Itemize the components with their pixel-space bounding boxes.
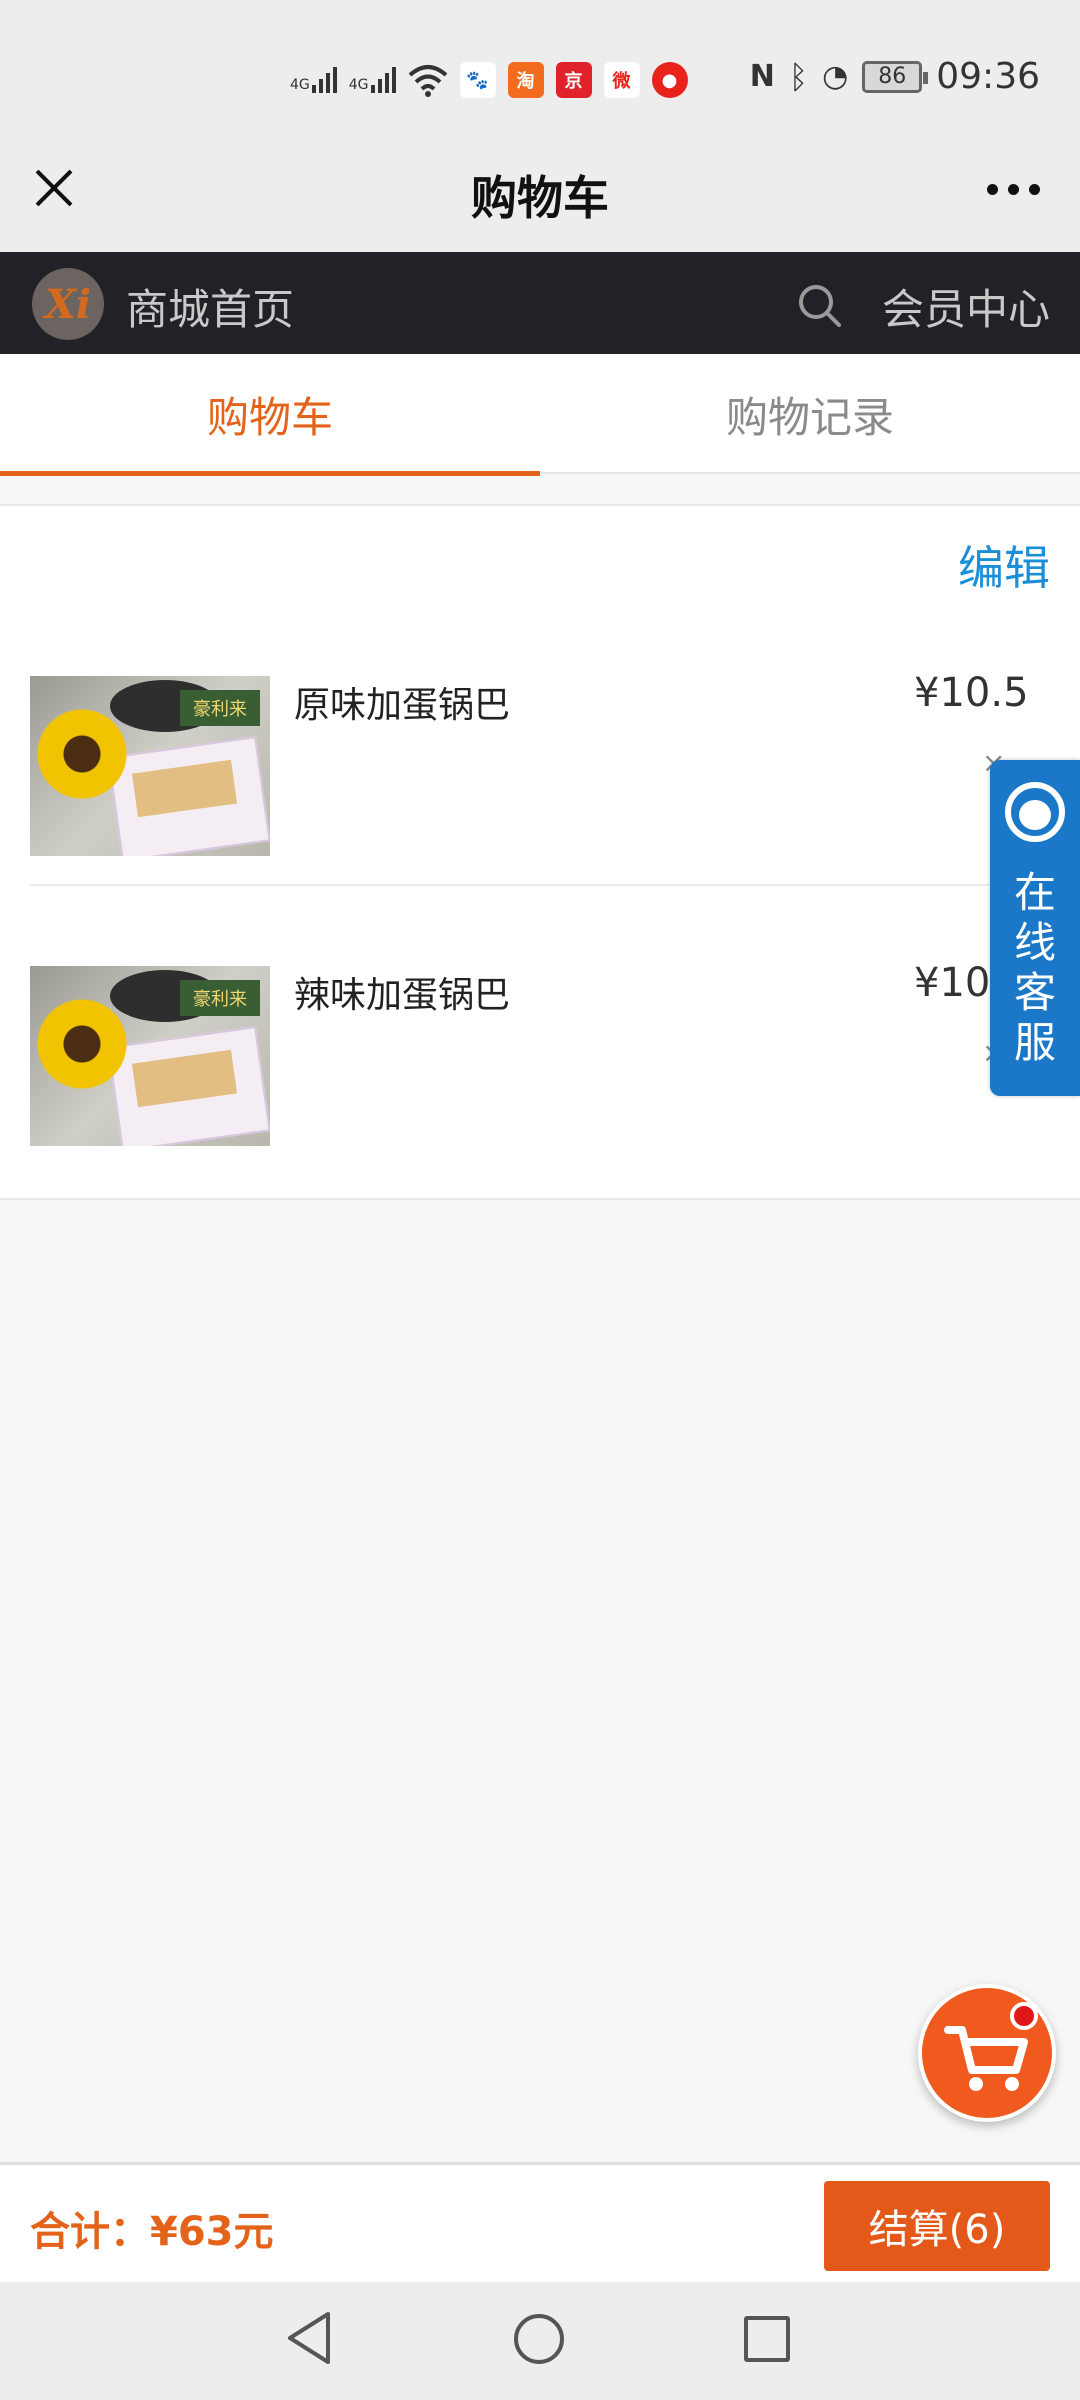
cart-item[interactable]: 豪利来 原味加蛋锅巴 ¥10.5 ×: [30, 596, 1080, 886]
status-bar: 4G 4G 🐾 淘 京 微 ● N ᛒ ◔ 86 09:36: [0, 0, 1080, 140]
tab-cart[interactable]: 购物车: [0, 354, 540, 476]
product-image[interactable]: 豪利来: [30, 966, 270, 1146]
status-right: N ᛒ ◔ 86 09:36: [750, 56, 1040, 97]
tab-bar: 购物车 购物记录: [0, 354, 1080, 476]
product-price: ¥10.5: [914, 670, 1029, 716]
baidu-icon: 🐾: [459, 62, 496, 98]
taobao-icon: 淘: [507, 62, 544, 98]
cart-list: 编辑 豪利来 原味加蛋锅巴 ¥10.5 × 豪利来 辣味加蛋锅巴 ¥10.5 ×: [0, 504, 1080, 1200]
battery-icon: 86: [862, 60, 929, 93]
title-bar: 购物车: [0, 140, 1080, 252]
cart-item[interactable]: 豪利来 辣味加蛋锅巴 ¥10.5 ×: [30, 886, 1080, 1176]
cart-icon: [944, 2026, 1028, 2091]
wifi-icon: [408, 65, 447, 97]
more-icon[interactable]: [987, 184, 1040, 195]
cart-badge: [1010, 2002, 1038, 2030]
shop-nav-bar: Xi 商城首页 会员中心: [0, 252, 1080, 354]
back-icon[interactable]: [284, 2310, 334, 2366]
bluetooth-icon: ᛒ: [788, 57, 809, 96]
online-service-label: 在线客服: [1013, 868, 1056, 1067]
weibo-icon: 微: [603, 62, 640, 98]
nfc-icon: N: [749, 59, 775, 94]
clock: 09:36: [936, 56, 1040, 97]
search-icon[interactable]: [796, 282, 842, 328]
shop-logo[interactable]: Xi: [32, 268, 104, 340]
network-type: 4G: [290, 77, 310, 93]
online-service-button[interactable]: 在线客服: [990, 760, 1080, 1096]
checkout-bar: 合计：¥63元 结算(6): [0, 2162, 1080, 2282]
edit-button[interactable]: 编辑: [958, 532, 1050, 598]
mall-home-link[interactable]: 商城首页: [126, 276, 294, 337]
recent-apps-icon[interactable]: [744, 2316, 790, 2362]
speed-icon: ◔: [822, 59, 849, 94]
app-red-icon: ●: [651, 62, 688, 98]
signal-icon: 4G: [290, 67, 337, 93]
signal-icon-2: 4G: [349, 67, 396, 93]
product-name[interactable]: 原味加蛋锅巴: [294, 676, 510, 728]
headset-icon: [1005, 782, 1065, 842]
network-type-2: 4G: [348, 77, 369, 93]
product-name[interactable]: 辣味加蛋锅巴: [294, 966, 510, 1018]
battery-level: 86: [878, 64, 907, 89]
status-icons: 4G 4G 🐾 淘 京 微 ●: [290, 58, 688, 102]
total-amount: 合计：¥63元: [30, 2209, 274, 2255]
product-image[interactable]: 豪利来: [30, 676, 270, 856]
system-nav-bar: [0, 2282, 1080, 2400]
home-icon[interactable]: [514, 2314, 564, 2364]
checkout-button[interactable]: 结算(6): [824, 2181, 1050, 2271]
tab-purchase-history[interactable]: 购物记录: [540, 354, 1080, 474]
floating-cart-button[interactable]: [918, 1984, 1056, 2122]
page-title: 购物车: [471, 171, 609, 225]
member-center-link[interactable]: 会员中心: [882, 276, 1050, 337]
jd-icon: 京: [555, 62, 592, 98]
